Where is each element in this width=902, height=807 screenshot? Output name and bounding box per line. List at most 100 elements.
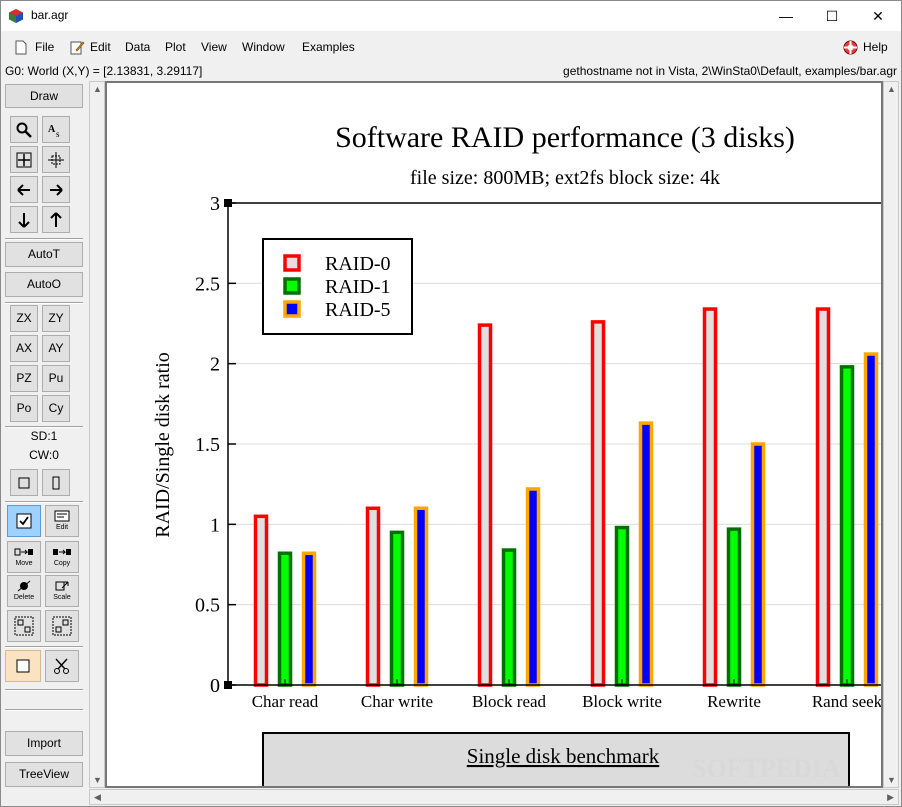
x-tick-label: Block write xyxy=(582,692,662,711)
bar-raid-1 xyxy=(726,527,742,687)
window-title: bar.agr xyxy=(31,8,69,22)
scroll-left-arrow-icon[interactable]: ◀ xyxy=(94,792,101,803)
scroll-down-arrow-icon[interactable]: ▼ xyxy=(887,775,896,785)
bar-raid-1 xyxy=(614,525,630,687)
menu-help[interactable]: Help xyxy=(863,40,888,54)
legend-label: RAID-0 xyxy=(325,253,391,275)
copy-object-button[interactable]: Copy xyxy=(45,541,79,573)
x-axis-label: Single disk benchmark xyxy=(467,744,660,768)
maximize-button[interactable]: ☐ xyxy=(809,1,855,31)
chart-title: Software RAID performance (3 disks) xyxy=(335,121,795,154)
draw-button[interactable]: Draw xyxy=(5,84,83,108)
y-tick-label: 2 xyxy=(210,354,220,376)
move-object-button[interactable]: Move xyxy=(7,541,41,573)
push-button[interactable]: Pu xyxy=(42,365,70,392)
scroll-up-arrow-icon[interactable]: ▲ xyxy=(93,84,102,94)
menu-window[interactable]: Window xyxy=(242,40,285,54)
menu-file[interactable]: File xyxy=(35,40,54,54)
scroll-down-arrow-icon[interactable]: ▼ xyxy=(93,775,102,785)
scroll-left-button[interactable] xyxy=(10,176,38,203)
autoscale-x-button[interactable]: AX xyxy=(10,335,38,362)
delete-object-button[interactable]: Delete xyxy=(7,575,41,607)
right-scrollbar[interactable]: ▲ ▼ xyxy=(883,81,899,788)
select-checkbox-button[interactable] xyxy=(7,505,41,537)
scroll-up-arrow-icon[interactable]: ▲ xyxy=(887,84,896,94)
edit-object-button[interactable]: Edit xyxy=(45,505,79,537)
edit-object-label: Edit xyxy=(55,524,69,531)
x-tick-label: Rand seek xyxy=(812,692,881,711)
bar-raid-1 xyxy=(389,530,405,687)
move-icon xyxy=(14,548,33,556)
separator xyxy=(5,646,83,648)
minimize-button[interactable]: — xyxy=(763,1,809,31)
bar-raid-0 xyxy=(477,323,493,687)
zoom-y-button[interactable]: ZY xyxy=(42,305,70,332)
arrow-left-icon xyxy=(17,184,30,196)
y-tick-label: 2.5 xyxy=(195,273,220,295)
y-axis-label: RAID/Single disk ratio xyxy=(152,352,174,538)
box-tool-button[interactable] xyxy=(10,469,38,496)
set-tool-button-1[interactable] xyxy=(7,610,41,642)
bar-raid-1 xyxy=(277,551,293,687)
checkbox-empty-icon xyxy=(16,659,30,673)
scale-object-button[interactable]: Scale xyxy=(45,575,79,607)
treeview-button[interactable]: TreeView xyxy=(5,762,83,787)
left-scrollbar[interactable]: ▲ ▼ xyxy=(89,81,105,788)
bar-raid-5 xyxy=(413,506,429,687)
page-icon xyxy=(52,476,60,490)
scroll-right-button[interactable] xyxy=(42,176,70,203)
cut-button[interactable] xyxy=(45,650,79,682)
scroll-down-button[interactable] xyxy=(10,206,38,233)
set-tool-button-2[interactable] xyxy=(45,610,79,642)
legend-swatch xyxy=(283,254,301,272)
shrink-icon xyxy=(48,152,64,168)
menu-view[interactable]: View xyxy=(201,40,227,54)
text-tool-button[interactable]: As xyxy=(42,116,70,143)
world-coordinates: G0: World (X,Y) = [2.13831, 3.29117] xyxy=(5,64,203,78)
bar-raid-5 xyxy=(863,352,879,687)
close-button[interactable]: ✕ xyxy=(855,1,901,31)
separator xyxy=(5,709,83,711)
application-window: bar.agr — ☐ ✕ File Edit Data Plot View W… xyxy=(0,0,902,807)
shrink-button[interactable] xyxy=(42,146,70,173)
push-zoom-button[interactable]: PZ xyxy=(10,365,38,392)
zoom-x-button[interactable]: ZX xyxy=(10,305,38,332)
bottom-scrollbar[interactable]: ◀ ▶ xyxy=(89,789,899,805)
graph-corner-marker xyxy=(224,199,232,207)
expand-icon xyxy=(16,152,32,168)
scroll-right-arrow-icon[interactable]: ▶ xyxy=(887,792,894,803)
arrow-down-icon xyxy=(18,213,30,228)
bar-raid-1 xyxy=(501,548,517,687)
import-button[interactable]: Import xyxy=(5,731,83,756)
cycle-button[interactable]: Cy xyxy=(42,395,70,422)
pop-button[interactable]: Po xyxy=(10,395,38,422)
chart-subtitle: file size: 800MB; ext2fs block size: 4k xyxy=(410,167,720,189)
stack-depth-label: SD:1 xyxy=(30,429,58,443)
file-icon xyxy=(15,40,27,55)
copy-icon xyxy=(53,549,71,555)
menu-edit[interactable]: Edit xyxy=(90,40,111,54)
menu-plot[interactable]: Plot xyxy=(165,40,186,54)
bar-raid-5 xyxy=(525,487,541,687)
plot-canvas[interactable]: Software RAID performance (3 disks) file… xyxy=(105,81,883,788)
zoom-button[interactable] xyxy=(10,116,38,143)
autoscale-y-button[interactable]: AY xyxy=(42,335,70,362)
square-icon xyxy=(18,477,30,489)
separator xyxy=(5,302,83,304)
unchecked-toggle-button[interactable] xyxy=(5,650,41,682)
x-tick-label: Block read xyxy=(472,692,547,711)
y-tick-label: 1 xyxy=(210,514,220,536)
lifebuoy-icon xyxy=(843,40,858,55)
x-tick-label: Char write xyxy=(361,692,433,711)
scroll-up-button[interactable] xyxy=(42,206,70,233)
menu-data[interactable]: Data xyxy=(125,40,150,54)
legend-label: RAID-5 xyxy=(325,299,391,321)
autotick-button[interactable]: AutoT xyxy=(5,242,83,267)
bar-raid-0 xyxy=(702,307,718,687)
menu-examples[interactable]: Examples xyxy=(302,40,355,54)
page-tool-button[interactable] xyxy=(42,469,70,496)
autoscale-button[interactable] xyxy=(10,146,38,173)
autoorigin-button[interactable]: AutoO xyxy=(5,272,83,297)
svg-text:s: s xyxy=(56,129,60,139)
bar-raid-0 xyxy=(815,307,831,687)
